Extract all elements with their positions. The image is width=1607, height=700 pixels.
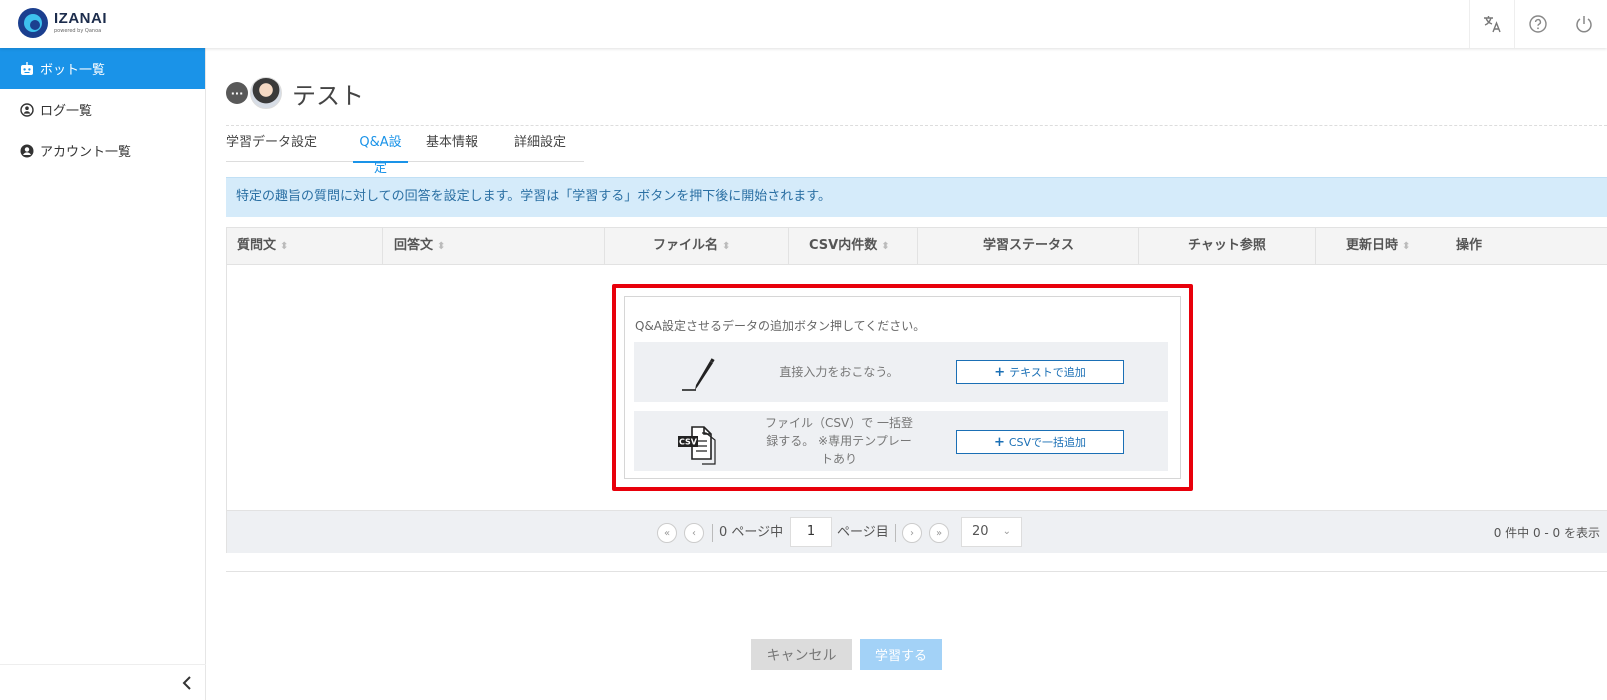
column-file-name[interactable]: ファイル名 ⬍: [653, 228, 730, 264]
info-banner: 特定の趣旨の質問に対しての回答を設定します。学習は「学習する」ボタンを押下後に開…: [226, 177, 1607, 217]
robot-icon: [21, 61, 33, 75]
sidebar-collapse-button[interactable]: [0, 664, 206, 700]
logo-mark-icon: [18, 8, 48, 38]
empty-message: Q&A設定させるデータの追加ボタン押してください。: [635, 319, 926, 333]
sidebar: ボット一覧 ログ一覧 アカウント一覧: [0, 48, 206, 700]
add-csv-button[interactable]: + CSVで一括追加: [956, 430, 1124, 454]
tab-advanced-settings[interactable]: 詳細設定: [496, 130, 584, 162]
logout-button[interactable]: [1561, 0, 1607, 48]
column-actions: 操作: [1456, 238, 1483, 253]
section-divider: [226, 571, 1607, 572]
main-content: ··· テスト 学習データ設定 Q&A設定 基本情報 詳細設定 特定の趣旨の質問…: [226, 48, 1607, 700]
highlight-frame: Q&A設定させるデータの追加ボタン押してください。 直接入力をおこなう。 + テ…: [612, 284, 1193, 491]
cancel-button[interactable]: キャンセル: [751, 639, 852, 670]
add-text-button[interactable]: + テキストで追加: [956, 360, 1124, 384]
next-page-button[interactable]: ›: [902, 523, 922, 543]
first-page-button[interactable]: «: [657, 523, 677, 543]
empty-state: Q&A設定させるデータの追加ボタン押してください。 直接入力をおこなう。 + テ…: [624, 296, 1181, 479]
language-button[interactable]: [1469, 0, 1515, 48]
option-text-input: 直接入力をおこなう。 + テキストで追加: [634, 342, 1168, 402]
tab-basic-info[interactable]: 基本情報: [408, 130, 496, 162]
option-description: ファイル（CSV）で 一括登録する。 ※専用テンプレートあり: [764, 416, 914, 466]
sidebar-item-label: ボット一覧: [40, 63, 106, 78]
page-title: テスト: [292, 81, 364, 110]
tab-qa-settings[interactable]: Q&A設定: [353, 130, 409, 176]
sort-icon: ⬍: [437, 241, 446, 252]
chevron-down-icon: ⌄: [1002, 526, 1011, 537]
plus-icon: +: [993, 434, 1005, 450]
sidebar-item-logs[interactable]: ログ一覧: [0, 89, 205, 130]
sort-icon: ⬍: [1402, 241, 1411, 252]
sort-icon: ⬍: [881, 241, 890, 252]
prev-page-button[interactable]: ‹: [684, 523, 704, 543]
column-csv-count[interactable]: CSV内件数 ⬍: [809, 228, 890, 264]
column-answer[interactable]: 回答文 ⬍: [394, 228, 445, 264]
column-learning-status: 学習ステータス: [983, 238, 1075, 253]
logo-name: IZANAI: [54, 10, 107, 27]
option-csv-upload: CSV ファイル（CSV）で 一括登録する。 ※専用テンプレートあり + CSV…: [634, 411, 1168, 471]
bot-header: ··· テスト: [226, 76, 364, 110]
page-size-select[interactable]: 20 ⌄: [961, 517, 1022, 547]
logo[interactable]: IZANAI powered by Qanoa: [18, 8, 107, 38]
learn-button[interactable]: 学習する: [860, 639, 942, 670]
help-icon: [1529, 15, 1547, 33]
translate-icon: [1484, 16, 1501, 33]
title-divider: [226, 125, 1607, 126]
tab-training-data[interactable]: 学習データ設定: [226, 130, 335, 162]
result-summary: 0 件中 0 - 0 を表示: [1493, 526, 1600, 540]
power-icon: [1576, 16, 1592, 33]
column-question[interactable]: 質問文 ⬍: [237, 228, 288, 264]
bot-avatar: [250, 77, 282, 109]
svg-text:CSV: CSV: [679, 438, 698, 447]
user-icon: [20, 144, 34, 157]
sidebar-item-bots[interactable]: ボット一覧: [0, 48, 205, 89]
tab-bar: 学習データ設定 Q&A設定 基本情報 詳細設定: [226, 130, 585, 176]
footer-actions: キャンセル 学習する: [751, 639, 942, 670]
total-pages-text: 0 ページ中: [719, 525, 784, 540]
log-icon: [20, 102, 34, 117]
table-header: 質問文 ⬍ 回答文 ⬍ ファイル名 ⬍ CSV内件数 ⬍ 学習ステータス チャット参照 …: [227, 228, 1607, 265]
option-description: 直接入力をおこなう。: [779, 365, 899, 379]
chat-bubble-icon: ···: [226, 82, 248, 104]
chevron-left-icon: [182, 676, 191, 690]
plus-icon: +: [994, 364, 1006, 380]
column-chat-reference: チャット参照: [1188, 238, 1266, 253]
page-suffix-text: ページ目: [837, 525, 889, 540]
top-header: IZANAI powered by Qanoa: [0, 0, 1607, 48]
last-page-button[interactable]: »: [929, 523, 949, 543]
qa-table: 質問文 ⬍ 回答文 ⬍ ファイル名 ⬍ CSV内件数 ⬍ 学習ステータス チャット参照 …: [226, 227, 1607, 553]
csv-file-icon: CSV: [678, 426, 716, 465]
pen-icon: [682, 358, 715, 391]
sidebar-item-label: アカウント一覧: [40, 145, 132, 160]
sidebar-item-accounts[interactable]: アカウント一覧: [0, 130, 205, 171]
pagination: « ‹ 0 ページ中 1 ページ目 › » 20 ⌄ 0 件中 0 - 0 を表…: [227, 510, 1607, 553]
logo-tagline: powered by Qanoa: [54, 28, 102, 34]
column-updated-at[interactable]: 更新日時 ⬍: [1346, 228, 1410, 264]
page-number-input[interactable]: 1: [790, 517, 832, 547]
help-button[interactable]: [1515, 0, 1561, 48]
sort-icon: ⬍: [722, 241, 731, 252]
sidebar-item-label: ログ一覧: [40, 104, 93, 119]
sort-icon: ⬍: [280, 241, 289, 252]
